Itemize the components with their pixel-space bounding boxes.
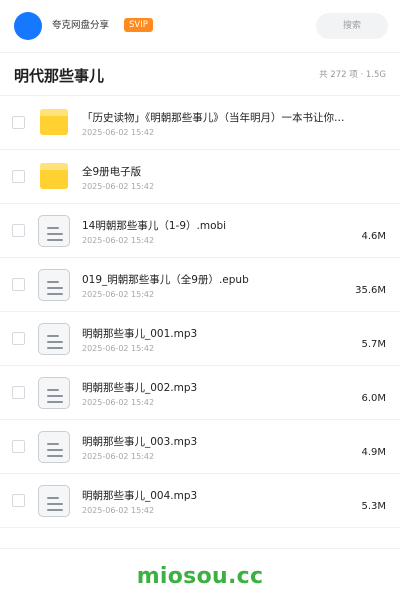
file-date: 2025-06-02 15:42 — [82, 506, 155, 515]
document-icon — [38, 485, 70, 517]
file-row[interactable]: 明朝那些事儿_002.mp3 2025-06-02 15:42 6.0M — [0, 366, 400, 420]
file-list: 「历史读物」《明朝那些事儿》（当年明月）一本书让你… 2025-06-02 15:… — [0, 96, 400, 528]
select-checkbox[interactable] — [12, 440, 25, 453]
select-checkbox[interactable] — [12, 278, 25, 291]
file-date: 2025-06-02 15:42 — [82, 182, 155, 191]
file-date: 2025-06-02 15:42 — [82, 290, 155, 299]
page-title: 明代那些事儿 — [14, 67, 105, 85]
file-date: 2025-06-02 15:42 — [82, 128, 155, 137]
document-icon — [38, 215, 70, 247]
header-divider — [0, 52, 400, 53]
file-row[interactable]: 明朝那些事儿_003.mp3 2025-06-02 15:42 4.9M — [0, 420, 400, 474]
file-name[interactable]: 019_明朝那些事儿（全9册）.epub — [82, 273, 352, 287]
document-icon — [38, 323, 70, 355]
file-size: 5.3M — [361, 501, 386, 512]
file-name[interactable]: 14明朝那些事儿（1-9）.mobi — [82, 219, 352, 233]
avatar[interactable] — [14, 12, 42, 40]
file-name[interactable]: 「历史读物」《明朝那些事儿》（当年明月）一本书让你… — [82, 111, 352, 125]
file-name[interactable]: 明朝那些事儿_001.mp3 — [82, 327, 352, 341]
file-row[interactable]: 019_明朝那些事儿（全9册）.epub 2025-06-02 15:42 35.6… — [0, 258, 400, 312]
owner-name: 夸克网盘分享 — [52, 20, 110, 31]
select-checkbox[interactable] — [12, 116, 25, 129]
search-button[interactable]: 搜索 — [316, 13, 388, 39]
folder-meta: 共 272 项 · 1.5G — [319, 70, 386, 80]
top-bar: 夸克网盘分享 SVIP 搜索 — [0, 0, 400, 52]
file-row[interactable]: 14明朝那些事儿（1-9）.mobi 2025-06-02 15:42 4.6M — [0, 204, 400, 258]
file-size: 5.7M — [361, 339, 386, 350]
file-name[interactable]: 明朝那些事儿_002.mp3 — [82, 381, 352, 395]
file-size: 4.6M — [361, 231, 386, 242]
file-date: 2025-06-02 15:42 — [82, 236, 155, 245]
file-date: 2025-06-02 15:42 — [82, 398, 155, 407]
share-page: 夸克网盘分享 SVIP 搜索 明代那些事儿 共 272 项 · 1.5G 「历史… — [0, 0, 400, 600]
select-checkbox[interactable] — [12, 332, 25, 345]
folder-row[interactable]: 「历史读物」《明朝那些事儿》（当年明月）一本书让你… 2025-06-02 15:… — [0, 96, 400, 150]
select-checkbox[interactable] — [12, 170, 25, 183]
svip-badge: SVIP — [124, 18, 153, 32]
file-name[interactable]: 明朝那些事儿_003.mp3 — [82, 435, 352, 449]
file-row[interactable]: 明朝那些事儿_004.mp3 2025-06-02 15:42 5.3M — [0, 474, 400, 528]
file-date: 2025-06-02 15:42 — [82, 452, 155, 461]
file-size: 35.6M — [355, 285, 386, 296]
document-icon — [38, 377, 70, 409]
file-row[interactable]: 明朝那些事儿_001.mp3 2025-06-02 15:42 5.7M — [0, 312, 400, 366]
file-size: 6.0M — [361, 393, 386, 404]
watermark: miosou.cc — [136, 564, 264, 589]
folder-row[interactable]: 全9册电子版 2025-06-02 15:42 — [0, 150, 400, 204]
footer: miosou.cc — [0, 548, 400, 600]
select-checkbox[interactable] — [12, 224, 25, 237]
file-size: 4.9M — [361, 447, 386, 458]
select-checkbox[interactable] — [12, 494, 25, 507]
folder-icon — [38, 107, 70, 139]
file-name[interactable]: 全9册电子版 — [82, 165, 352, 179]
file-date: 2025-06-02 15:42 — [82, 344, 155, 353]
document-icon — [38, 431, 70, 463]
file-name[interactable]: 明朝那些事儿_004.mp3 — [82, 489, 352, 503]
folder-icon — [38, 161, 70, 193]
select-checkbox[interactable] — [12, 386, 25, 399]
document-icon — [38, 269, 70, 301]
